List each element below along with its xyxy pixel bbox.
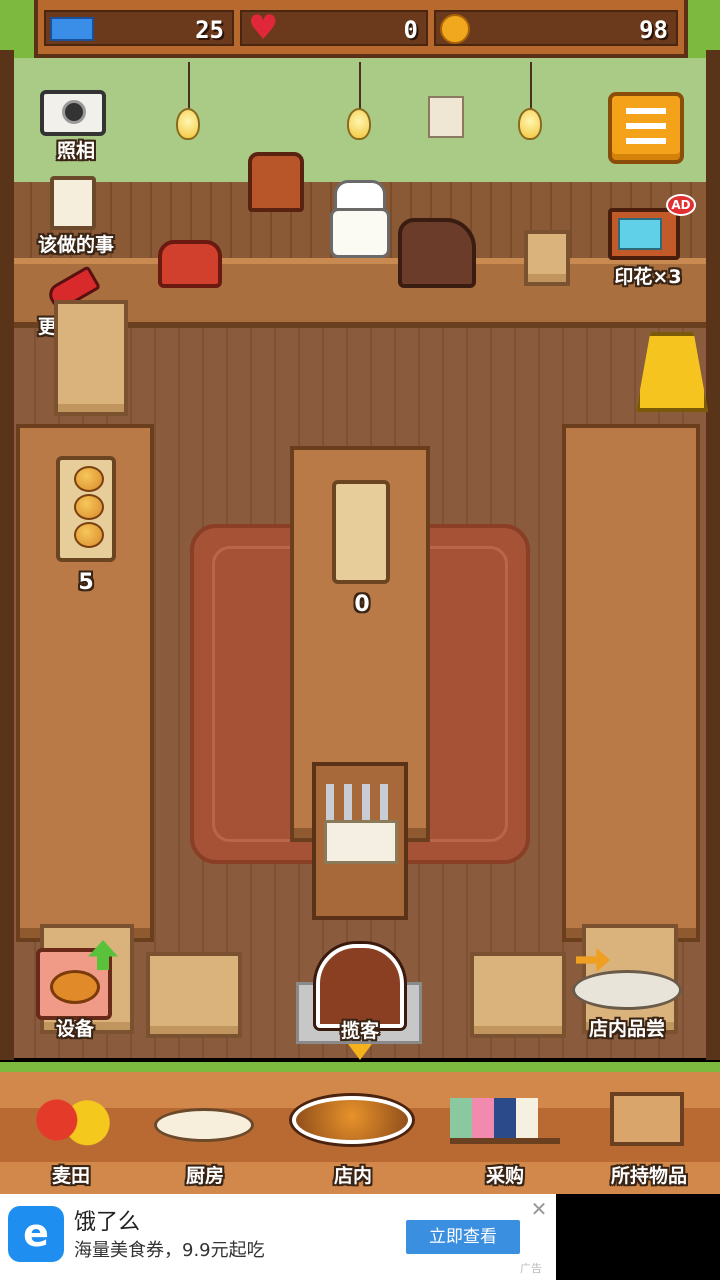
storage-box bbox=[470, 952, 566, 1038]
light-bulb-icon bbox=[176, 108, 200, 140]
dough-rolling-pin-icon bbox=[154, 1108, 254, 1142]
wheat-field-icon bbox=[34, 1092, 110, 1148]
coins-counter: 98 bbox=[434, 10, 678, 46]
right-wall-edge bbox=[706, 50, 720, 1060]
todo-button[interactable]: 该做的事 bbox=[18, 174, 134, 256]
ad-subtitle: 海量美食券，9.9元起吃 bbox=[74, 1240, 265, 1261]
plates-stack-icon bbox=[324, 820, 398, 864]
bread-tray-left[interactable] bbox=[56, 456, 116, 562]
nav-shop[interactable]: 店内 bbox=[288, 1082, 418, 1194]
main-menu-button[interactable] bbox=[608, 92, 684, 164]
eleme-logo-icon: e bbox=[8, 1206, 64, 1262]
ad-badge: AD bbox=[666, 194, 696, 216]
center-tray-count: 0 bbox=[354, 592, 370, 617]
equipment-label: 设备 bbox=[55, 1018, 94, 1040]
bread-roll-icon bbox=[74, 522, 104, 548]
hearts-value: 0 bbox=[403, 16, 418, 44]
grocery-shelf-icon bbox=[450, 1098, 560, 1144]
tickets-value: 25 bbox=[195, 16, 224, 44]
bread-roll-icon bbox=[74, 466, 104, 492]
bulb-cord bbox=[530, 62, 532, 110]
tasting-plate-icon bbox=[572, 970, 682, 1010]
nav-purchase[interactable]: 采购 bbox=[440, 1082, 570, 1194]
todo-label: 该做的事 bbox=[37, 234, 114, 256]
bread-roll-icon bbox=[74, 494, 104, 520]
hearts-counter: ♥ 0 bbox=[240, 10, 428, 46]
ad-side-area bbox=[556, 1194, 720, 1280]
tasting-label: 店内品尝 bbox=[588, 1018, 665, 1040]
light-bulb-icon bbox=[518, 108, 542, 140]
bulb-cord bbox=[188, 62, 190, 110]
attract-customers-button[interactable]: 揽客 bbox=[312, 944, 408, 1062]
heart-icon: ♥ bbox=[248, 8, 279, 48]
photo-button[interactable]: 照相 bbox=[26, 88, 126, 164]
coins-value: 98 bbox=[639, 16, 668, 44]
radio-icon[interactable] bbox=[248, 152, 304, 212]
bread-loaf-icon bbox=[398, 218, 476, 288]
nav-kitchen[interactable]: 厨房 bbox=[140, 1082, 270, 1194]
wall-note-icon bbox=[428, 96, 464, 138]
storage-box bbox=[146, 952, 242, 1038]
arrow-right-icon bbox=[576, 948, 610, 972]
in-store-tasting-button[interactable]: 店内品尝 bbox=[566, 944, 688, 1044]
light-bulb-icon bbox=[347, 108, 371, 140]
tv-icon bbox=[608, 208, 680, 260]
tickets-counter: 25 bbox=[44, 10, 234, 46]
stamp-ad-button[interactable]: AD 印花×3 bbox=[598, 194, 698, 290]
nav-label: 厨房 bbox=[185, 1165, 224, 1187]
close-icon[interactable]: ✕ bbox=[528, 1198, 550, 1220]
nav-label: 采购 bbox=[485, 1165, 524, 1187]
attract-label: 揽客 bbox=[340, 1020, 379, 1042]
counter-box bbox=[524, 230, 570, 286]
chef-face bbox=[330, 208, 390, 258]
nav-wheat-field[interactable]: 麦田 bbox=[6, 1082, 136, 1194]
ad-view-button[interactable]: 立即查看 bbox=[406, 1220, 520, 1254]
nav-label: 店内 bbox=[333, 1165, 372, 1187]
bread-tray-center[interactable] bbox=[332, 480, 390, 584]
down-arrow-icon bbox=[348, 1044, 372, 1060]
bulb-cord bbox=[359, 62, 361, 110]
right-display-table bbox=[562, 424, 700, 942]
ticket-icon bbox=[50, 17, 94, 41]
ad-banner[interactable]: e 饿了么 海量美食券，9.9元起吃 立即查看 ✕ 广告 bbox=[0, 1194, 556, 1280]
nav-label: 麦田 bbox=[51, 1165, 90, 1187]
equipment-button[interactable]: 设备 bbox=[32, 940, 118, 1044]
nav-label: 所持物品 bbox=[610, 1165, 687, 1187]
cardboard-box-icon bbox=[610, 1092, 684, 1146]
clipboard-icon bbox=[50, 176, 96, 230]
camera-icon bbox=[40, 90, 106, 136]
nav-inventory[interactable]: 所持物品 bbox=[584, 1082, 714, 1194]
hamburger-icon bbox=[626, 108, 666, 144]
ad-title: 饿了么 bbox=[74, 1210, 141, 1235]
photo-label: 照相 bbox=[56, 140, 95, 162]
status-bar: 25 ♥ 0 98 bbox=[0, 0, 720, 58]
bread-basket-icon bbox=[292, 1096, 412, 1144]
bottom-navigation: 麦田 厨房 店内 采购 所持物品 bbox=[0, 1062, 720, 1194]
coin-icon bbox=[440, 14, 470, 44]
stamp-label: 印花×3 bbox=[614, 266, 682, 288]
left-tray-count: 5 bbox=[78, 570, 94, 595]
storage-box bbox=[54, 300, 128, 416]
telephone-icon[interactable] bbox=[158, 240, 222, 288]
left-wall-edge bbox=[0, 50, 14, 1060]
baker-chef-character[interactable] bbox=[328, 180, 392, 260]
cashier-cart bbox=[312, 762, 408, 920]
ad-tag: 广告 bbox=[520, 1262, 542, 1275]
